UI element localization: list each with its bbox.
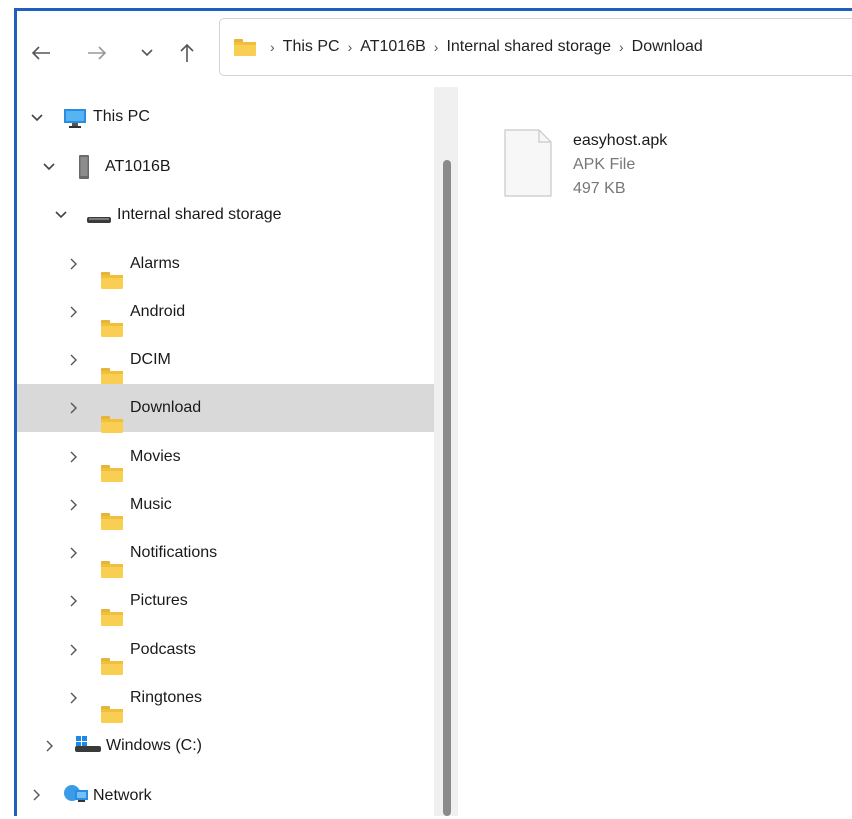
folder-icon [101, 560, 123, 578]
breadcrumb-separator: › [433, 39, 439, 55]
up-button[interactable] [175, 41, 199, 65]
navigation-pane: This PC AT1016B Internal shared storage … [17, 87, 434, 816]
breadcrumb-storage[interactable]: Internal shared storage [446, 38, 611, 56]
scrollbar-thumb[interactable] [443, 160, 451, 816]
tree-label: AT1016B [105, 158, 171, 175]
tree-label: DCIM [130, 351, 171, 368]
folder-icon [101, 512, 123, 530]
tree-item-folder[interactable]: Pictures [17, 577, 434, 626]
file-list: easyhost.apk APK File 497 KB [458, 87, 852, 816]
chevron-right-icon[interactable] [68, 306, 80, 318]
tree-label: Android [130, 303, 186, 320]
chevron-right-icon[interactable] [68, 547, 80, 559]
folder-icon [101, 608, 123, 626]
tree-item-folder[interactable]: Music [17, 481, 434, 530]
tree-item-folder[interactable]: Ringtones [17, 674, 434, 723]
system-drive-icon [75, 735, 101, 758]
forward-button[interactable] [85, 41, 109, 65]
tree-item-storage[interactable]: Internal shared storage [17, 191, 434, 239]
tree-label: This PC [93, 108, 150, 125]
arrow-right-icon [88, 46, 107, 60]
folder-icon [101, 271, 123, 289]
chevron-right-icon[interactable] [68, 451, 80, 463]
tree-item-network[interactable]: Network [17, 771, 434, 819]
chevron-down-icon [141, 49, 153, 57]
tree-item-folder[interactable]: Android [17, 288, 434, 337]
tree-item-folder-selected[interactable]: Download [17, 384, 434, 433]
tree-label: Download [130, 399, 202, 416]
folder-icon [101, 319, 123, 337]
chevron-down-icon[interactable] [43, 161, 55, 173]
phone-icon [79, 155, 89, 184]
tree-label: Windows (C:) [106, 737, 203, 754]
tree-label: Network [93, 787, 152, 804]
folder-icon [101, 415, 123, 433]
tree-label: Pictures [130, 592, 188, 609]
folder-icon [101, 464, 123, 482]
arrow-up-icon [180, 43, 194, 62]
arrow-left-icon [31, 46, 50, 60]
chevron-right-icon[interactable] [68, 354, 80, 366]
tree-item-windows-drive[interactable]: Windows (C:) [17, 722, 434, 770]
chevron-down-icon[interactable] [55, 209, 67, 221]
tree-label: Podcasts [130, 641, 196, 658]
file-size: 497 KB [573, 180, 626, 197]
folder-icon [101, 705, 123, 723]
tree-item-folder[interactable]: DCIM [17, 336, 434, 385]
breadcrumb-download[interactable]: Download [632, 38, 703, 56]
file-icon [504, 129, 552, 202]
chevron-right-icon[interactable] [68, 595, 80, 607]
tree-label: Alarms [130, 255, 180, 272]
folder-icon [234, 38, 256, 56]
breadcrumb-separator: › [347, 39, 353, 55]
folder-icon [101, 657, 123, 675]
breadcrumb-this-pc[interactable]: This PC [283, 38, 340, 56]
tree-label: Notifications [130, 544, 218, 561]
tree-item-folder[interactable]: Podcasts [17, 626, 434, 675]
network-icon [63, 784, 89, 809]
breadcrumb-separator: › [270, 39, 275, 55]
tree-item-device[interactable]: AT1016B [17, 143, 434, 191]
file-item[interactable]: easyhost.apk APK File 497 KB [498, 123, 798, 203]
chevron-right-icon[interactable] [68, 258, 80, 270]
breadcrumb-device[interactable]: AT1016B [360, 38, 426, 56]
tree-item-folder[interactable]: Movies [17, 433, 434, 482]
file-type: APK File [573, 156, 636, 173]
address-bar[interactable]: › This PC › AT1016B › Internal shared st… [219, 18, 852, 76]
chevron-down-icon[interactable] [31, 112, 43, 124]
drive-icon [87, 211, 111, 229]
tree-item-folder[interactable]: Notifications [17, 529, 434, 578]
folder-icon [101, 367, 123, 385]
tree-label: Internal shared storage [117, 206, 282, 223]
toolbar: › This PC › AT1016B › Internal shared st… [17, 11, 852, 87]
tree-label: Music [130, 496, 172, 513]
chevron-right-icon[interactable] [44, 740, 56, 752]
breadcrumb-separator: › [619, 39, 624, 55]
chevron-right-icon[interactable] [68, 402, 80, 414]
tree-label: Movies [130, 448, 181, 465]
file-name: easyhost.apk [573, 132, 668, 149]
chevron-right-icon[interactable] [68, 644, 80, 656]
tree-label: Ringtones [130, 689, 203, 706]
computer-icon [63, 108, 87, 133]
tree-item-folder[interactable]: Alarms [17, 240, 434, 289]
chevron-right-icon[interactable] [31, 789, 43, 801]
chevron-right-icon[interactable] [68, 692, 80, 704]
back-button[interactable] [29, 41, 53, 65]
tree-item-this-pc[interactable]: This PC [17, 94, 434, 142]
recent-locations-button[interactable] [135, 41, 159, 65]
chevron-right-icon[interactable] [68, 499, 80, 511]
